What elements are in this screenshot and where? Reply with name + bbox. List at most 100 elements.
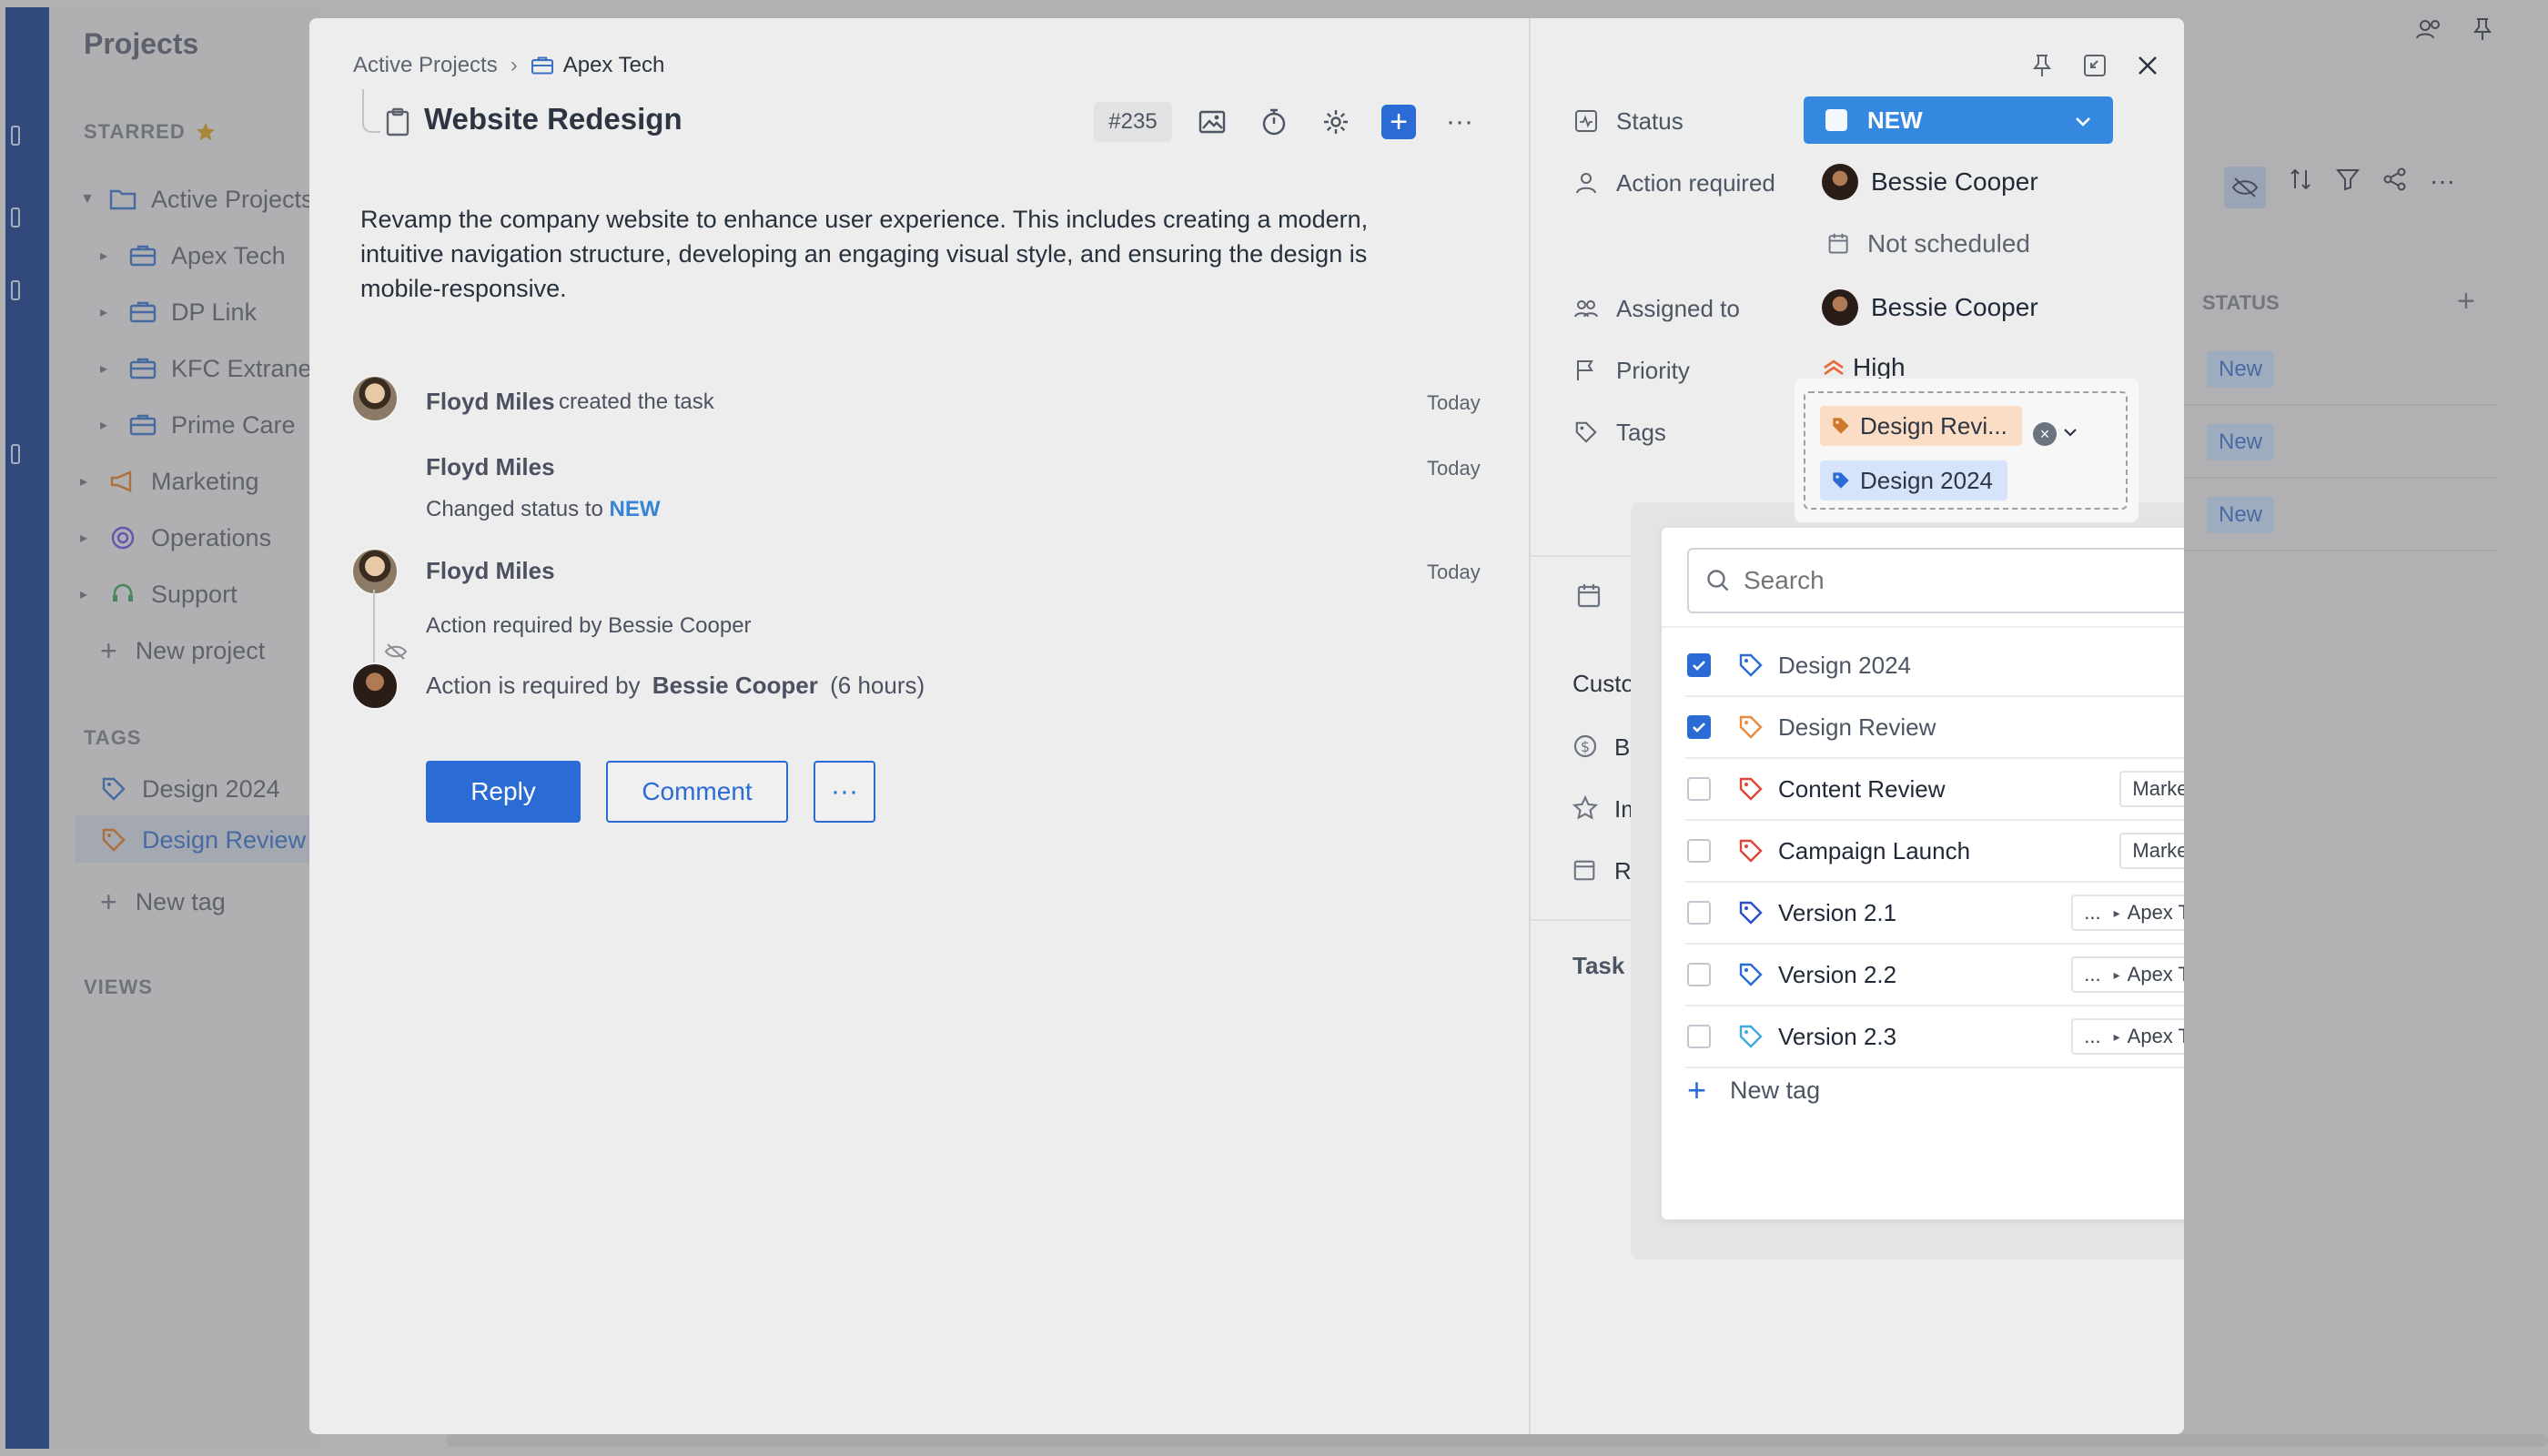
task-main-panel: Active Projects › Apex Tech Website Rede… <box>309 18 1529 1434</box>
comment-button[interactable]: Comment <box>606 761 788 823</box>
horizontal-scrollbar[interactable] <box>446 1434 2548 1447</box>
tag-option-campaign-launch[interactable]: Campaign Launch Marketing <box>1685 821 2184 883</box>
tag-search-input[interactable] <box>1744 566 2184 595</box>
checkbox-checked[interactable] <box>1687 715 1711 739</box>
search-icon <box>1705 568 1731 593</box>
tag-icon <box>1738 962 1764 987</box>
activity-author: Floyd Miles <box>426 388 555 415</box>
star-outline-icon <box>1572 794 1599 825</box>
more-options-icon[interactable]: ··· <box>1443 106 1476 138</box>
tag-icon <box>1738 714 1764 740</box>
add-button[interactable]: + <box>1381 105 1416 139</box>
image-icon[interactable] <box>1196 106 1228 138</box>
dollar-icon: $ <box>1572 733 1598 763</box>
tag-option-design-2024[interactable]: Design 2024 <box>1685 635 2184 697</box>
calendar-icon <box>1572 857 1598 887</box>
close-icon[interactable] <box>2131 49 2164 82</box>
tag-scope-badge: Marketing <box>2119 833 2184 869</box>
minimize-icon[interactable] <box>2078 49 2111 82</box>
schedule-text: Not scheduled <box>1867 229 2031 258</box>
clear-tags-button[interactable]: × <box>2033 422 2057 446</box>
task-id-badge[interactable]: #235 <box>1094 102 1172 142</box>
task-description[interactable]: Revamp the company website to enhance us… <box>360 202 1434 306</box>
tag-scope-badge: ... ▸ Apex Tech <box>2071 1018 2184 1055</box>
tag-option-label: Version 2.1 <box>1778 898 1897 926</box>
activity-author: Floyd Miles <box>426 453 555 480</box>
tag-scope-badge: Marketing <box>2119 771 2184 807</box>
reply-button[interactable]: Reply <box>426 761 581 823</box>
status-color-swatch <box>1825 109 1847 131</box>
pin-icon[interactable] <box>2026 49 2058 82</box>
dropdown-divider <box>1662 626 2184 628</box>
avatar <box>351 662 399 710</box>
checkbox[interactable] <box>1687 963 1711 986</box>
activity-person: Bessie Cooper <box>652 672 818 699</box>
tag-option-design-review[interactable]: Design Review <box>1685 697 2184 759</box>
status-dropdown[interactable]: NEW <box>1804 96 2113 144</box>
breadcrumb-apex-tech[interactable]: Apex Tech <box>563 53 665 78</box>
tag-option-version-2-1[interactable]: Version 2.1 ... ▸ Apex Tech <box>1685 883 2184 945</box>
tag-option-label: Design Review <box>1778 713 1936 741</box>
activity-text: created the task <box>559 389 714 414</box>
tag-option-content-review[interactable]: Content Review Marketing <box>1685 759 2184 821</box>
tags-selector[interactable]: Design Revi... × Design 2024 <box>1795 379 2138 522</box>
selected-tag-design-2024[interactable]: Design 2024 <box>1820 460 2007 500</box>
calendar-clock-icon[interactable] <box>1576 582 1603 614</box>
tag-option-version-2-2[interactable]: Version 2.2 ... ▸ Apex Tech <box>1685 945 2184 1006</box>
avatar <box>1822 289 1858 326</box>
chevron-down-icon <box>2073 109 2093 137</box>
checkbox[interactable] <box>1687 901 1711 925</box>
activity-duration: (6 hours) <box>830 672 925 699</box>
tag-fill-icon <box>1831 470 1851 490</box>
tag-option-label: Design 2024 <box>1778 651 1911 679</box>
svg-text:$: $ <box>1581 738 1590 755</box>
activity-time: Today <box>1427 561 1481 583</box>
timer-icon[interactable] <box>1258 106 1290 138</box>
task-modal: Active Projects › Apex Tech Website Rede… <box>309 18 2184 1434</box>
status-value: NEW <box>1867 106 1923 134</box>
assigned-to-value[interactable]: Bessie Cooper <box>1822 289 2038 326</box>
tag-search-box[interactable] <box>1687 548 2184 613</box>
new-tag-button[interactable]: + New tag <box>1687 1074 1820 1107</box>
more-actions-button[interactable]: ··· <box>814 761 875 823</box>
checkbox[interactable] <box>1687 1025 1711 1048</box>
action-required-value[interactable]: Bessie Cooper <box>1822 164 2038 200</box>
tag-option-label: Campaign Launch <box>1778 836 1971 864</box>
tag-fill-icon <box>1831 416 1851 436</box>
caret-right-icon: ▸ <box>2113 1028 2120 1044</box>
tags-dropdown: Design 2024 Design Review Content Review… <box>1662 528 2184 1219</box>
priority-high-icon <box>1822 357 1845 379</box>
scope-ellipsis: ... <box>2084 901 2101 924</box>
avatar <box>351 548 399 595</box>
avatar <box>351 375 399 422</box>
gear-icon[interactable] <box>1320 106 1352 138</box>
breadcrumb-active-projects[interactable]: Active Projects <box>353 53 498 78</box>
chevron-down-icon[interactable] <box>2062 424 2078 445</box>
tag-scope-label: Marketing <box>2132 777 2184 800</box>
person-icon <box>1572 169 1600 197</box>
assigned-to-label: Assigned to <box>1616 295 1740 322</box>
assigned-person: Bessie Cooper <box>1871 293 2038 321</box>
activity-time: Today <box>1427 457 1481 480</box>
activity-status-value: NEW <box>609 497 661 521</box>
schedule-value[interactable]: Not scheduled <box>1827 229 2030 258</box>
tag-option-version-2-3[interactable]: Version 2.3 ... ▸ Apex Tech <box>1685 1006 2184 1068</box>
calendar-icon <box>1827 232 1851 256</box>
avatar <box>1822 164 1858 200</box>
checkbox[interactable] <box>1687 777 1711 801</box>
tag-icon <box>1738 776 1764 802</box>
selected-tag-design-review[interactable]: Design Revi... <box>1820 406 2022 446</box>
eye-slash-icon[interactable] <box>384 642 408 665</box>
tag-scope-badge: ... ▸ Apex Tech <box>2071 956 2184 993</box>
tag-icon <box>1738 1024 1764 1049</box>
status-label: Status <box>1616 107 1684 135</box>
tags-label: Tags <box>1616 419 1666 446</box>
briefcase-icon <box>531 56 554 76</box>
task-title[interactable]: Website Redesign <box>424 102 682 136</box>
checkbox-checked[interactable] <box>1687 653 1711 677</box>
tag-scope-label: Apex Tech <box>2127 1025 2184 1047</box>
tag-scope-label: Marketing <box>2132 839 2184 862</box>
tag-scope-badge: ... ▸ Apex Tech <box>2071 895 2184 931</box>
tag-icon <box>1572 419 1600 446</box>
checkbox[interactable] <box>1687 839 1711 863</box>
